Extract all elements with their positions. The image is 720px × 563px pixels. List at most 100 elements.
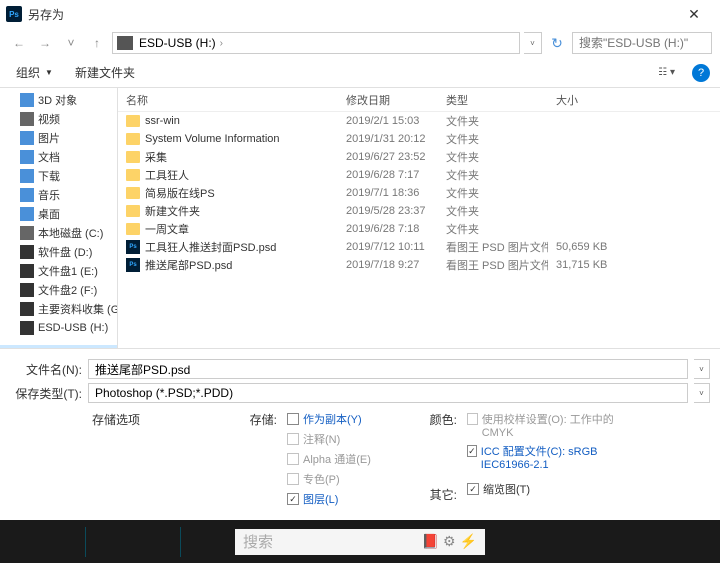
- toolbar: 组织▼ 新建文件夹 ☷ ▾ ?: [0, 58, 720, 88]
- file-name: 采集: [145, 149, 167, 165]
- forward-button[interactable]: →: [34, 32, 56, 54]
- drive-icon: [117, 36, 133, 50]
- sidebar-item[interactable]: 本地磁盘 (C:): [0, 223, 117, 242]
- file-row[interactable]: Ps推送尾部PSD.psd2019/7/18 9:27看图王 PSD 图片文件3…: [118, 256, 720, 274]
- filetype-input[interactable]: [88, 383, 688, 403]
- file-date: 2019/6/28 7:17: [338, 169, 438, 181]
- tree-label: 文档: [38, 149, 60, 165]
- tree-icon: [20, 302, 34, 316]
- file-row[interactable]: System Volume Information 2019/1/31 20:12…: [118, 130, 720, 148]
- sidebar-item[interactable]: ESD-USB (H:): [0, 318, 117, 337]
- view-options-button[interactable]: ☷ ▾: [651, 64, 682, 81]
- path-input[interactable]: ESD-USB (H:) ›: [112, 32, 520, 54]
- sidebar-item[interactable]: ESD-USB (H:): [0, 345, 117, 348]
- tree-icon: [20, 264, 34, 278]
- folder-icon: [126, 115, 140, 127]
- sidebar-item[interactable]: 下载: [0, 166, 117, 185]
- sidebar-item[interactable]: 软件盘 (D:): [0, 242, 117, 261]
- filename-dropdown[interactable]: ˅: [694, 359, 710, 379]
- thumb-checkbox[interactable]: ✓: [467, 483, 479, 495]
- store-options-label: 存储选项: [92, 411, 142, 507]
- notes-label: 注释(N): [303, 431, 340, 447]
- file-type: 文件夹: [438, 185, 548, 201]
- icc-label: ICC 配置文件(C): sRGB IEC61966-2.1: [481, 443, 627, 471]
- file-row[interactable]: 简易版在线PS2019/7/1 18:36文件夹: [118, 184, 720, 202]
- tree-label: 软件盘 (D:): [38, 244, 92, 260]
- file-date: 2019/1/31 20:12: [338, 133, 438, 145]
- filetype-dropdown[interactable]: ˅: [694, 383, 710, 403]
- proof-label: 使用校样设置(O): 工作中的 CMYK: [482, 411, 627, 439]
- sidebar-item[interactable]: 文件盘2 (F:): [0, 280, 117, 299]
- os-search-input[interactable]: 搜索 📕 ⚙ ⚡: [235, 529, 485, 555]
- col-type[interactable]: 类型: [438, 88, 548, 111]
- file-row[interactable]: Ps工具狂人推送封面PSD.psd2019/7/12 10:11看图王 PSD …: [118, 238, 720, 256]
- file-date: 2019/7/12 10:11: [338, 241, 438, 253]
- file-row[interactable]: 新建文件夹2019/5/28 23:37文件夹: [118, 202, 720, 220]
- dialog-title: 另存为: [28, 6, 674, 23]
- up-button[interactable]: ˅: [60, 32, 82, 54]
- file-name: 新建文件夹: [145, 203, 200, 219]
- col-size[interactable]: 大小: [548, 88, 618, 111]
- sidebar-item[interactable]: 桌面: [0, 204, 117, 223]
- up-folder-button[interactable]: ↑: [86, 32, 108, 54]
- file-row[interactable]: 工具狂人2019/6/28 7:17文件夹: [118, 166, 720, 184]
- file-name: 工具狂人: [145, 167, 189, 183]
- file-row[interactable]: ssr-win2019/2/1 15:03文件夹: [118, 112, 720, 130]
- tree-icon: [20, 150, 34, 164]
- sidebar-item[interactable]: 音乐: [0, 185, 117, 204]
- col-date[interactable]: 修改日期: [338, 88, 438, 111]
- emoji-icon[interactable]: 📕: [422, 533, 439, 550]
- folder-icon: [126, 151, 140, 163]
- file-row[interactable]: 一周文章2019/6/28 7:18文件夹: [118, 220, 720, 238]
- file-name: 一周文章: [145, 221, 189, 237]
- search-input[interactable]: [572, 32, 712, 54]
- organize-button[interactable]: 组织▼: [10, 62, 59, 83]
- tree-icon: [20, 283, 34, 297]
- new-folder-button[interactable]: 新建文件夹: [69, 62, 141, 83]
- file-name: 工具狂人推送封面PSD.psd: [145, 239, 276, 255]
- sidebar-item[interactable]: 视频: [0, 109, 117, 128]
- sidebar-item[interactable]: 主要资料收集 (G: [0, 299, 117, 318]
- photoshop-icon: Ps: [6, 6, 22, 22]
- gear-icon[interactable]: ⚙: [443, 533, 456, 550]
- back-button[interactable]: ←: [8, 32, 30, 54]
- folder-icon: [126, 223, 140, 235]
- sidebar-item[interactable]: 图片: [0, 128, 117, 147]
- sidebar-item[interactable]: 3D 对象: [0, 90, 117, 109]
- layers-label: 图层(L): [303, 491, 338, 507]
- tree-label: 本地磁盘 (C:): [38, 225, 103, 241]
- sidebar-item[interactable]: 文件盘1 (E:): [0, 261, 117, 280]
- alpha-checkbox: [287, 453, 299, 465]
- tree-icon: [20, 245, 34, 259]
- file-size: 50,659 KB: [548, 241, 618, 253]
- psd-icon: Ps: [126, 258, 140, 272]
- as-copy-checkbox[interactable]: [287, 413, 299, 425]
- tree-label: 文件盘1 (E:): [38, 263, 98, 279]
- tree-icon: [20, 131, 34, 145]
- file-row[interactable]: 采集2019/6/27 23:52文件夹: [118, 148, 720, 166]
- bolt-icon[interactable]: ⚡: [460, 533, 477, 550]
- filename-label: 文件名(N):: [10, 361, 82, 378]
- tree-label: 视频: [38, 111, 60, 127]
- file-size: 31,715 KB: [548, 259, 618, 271]
- tree-label: 下载: [38, 168, 60, 184]
- layers-checkbox[interactable]: ✓: [287, 493, 299, 505]
- file-name: System Volume Information: [145, 133, 280, 145]
- file-type: 文件夹: [438, 131, 548, 147]
- tree-label: 主要资料收集 (G: [38, 301, 118, 317]
- store-header-col: 存储:: [152, 411, 277, 507]
- filename-input[interactable]: [88, 359, 688, 379]
- path-chevron-icon: ›: [220, 38, 223, 49]
- help-button[interactable]: ?: [692, 64, 710, 82]
- refresh-button[interactable]: ↻: [546, 32, 568, 54]
- file-name: ssr-win: [145, 115, 180, 127]
- path-dropdown[interactable]: ˅: [524, 32, 542, 54]
- col-name[interactable]: 名称: [118, 88, 338, 111]
- tree-icon: [20, 112, 34, 126]
- sidebar-item[interactable]: 文档: [0, 147, 117, 166]
- tree-label: 文件盘2 (F:): [38, 282, 97, 298]
- icc-checkbox[interactable]: ✓: [467, 445, 477, 457]
- tree-icon: [20, 93, 34, 107]
- save-options: 文件名(N): ˅ 保存类型(T): ˅ 存储选项 存储: 作为副本(Y) 注释…: [0, 348, 720, 513]
- close-button[interactable]: ✕: [674, 1, 714, 27]
